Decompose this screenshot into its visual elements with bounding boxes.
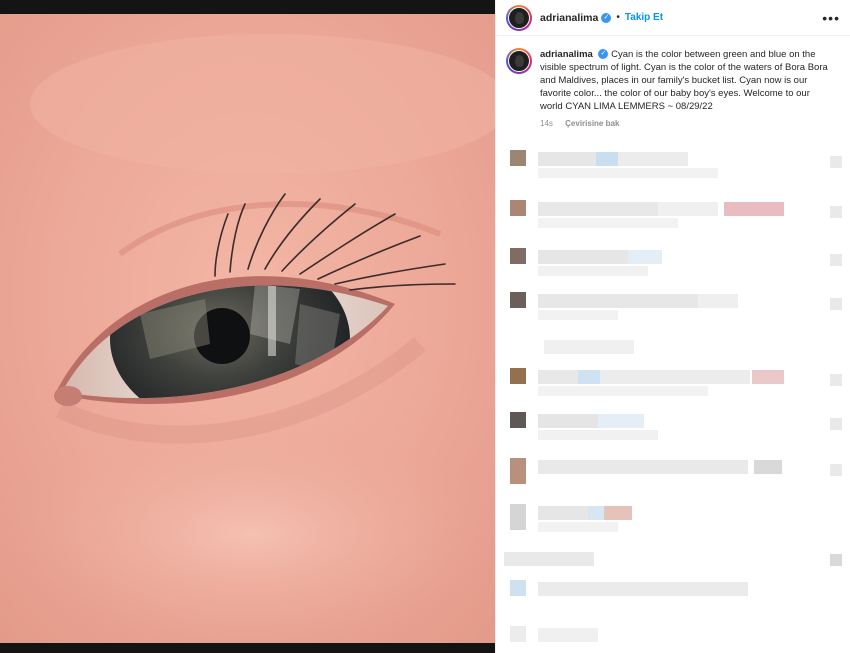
redacted-text <box>598 414 644 428</box>
redacted-text <box>724 202 784 216</box>
comment-avatar <box>510 150 526 166</box>
redacted-text <box>538 294 698 308</box>
redacted-text <box>538 218 678 228</box>
comment-item <box>496 336 850 366</box>
comment-avatar <box>510 368 526 384</box>
redacted-text <box>538 582 748 596</box>
comment-item <box>496 248 850 278</box>
redacted-text <box>628 250 662 264</box>
redacted-text <box>538 430 658 440</box>
like-icon[interactable] <box>830 156 842 168</box>
caption-text: adrianalima ✓ Cyan is the color between … <box>540 48 830 113</box>
redacted-text <box>544 340 634 354</box>
redacted-text <box>600 370 750 384</box>
comment-item <box>496 548 850 578</box>
redacted-text <box>538 266 648 276</box>
like-icon[interactable] <box>830 254 842 266</box>
comment-item <box>496 150 850 180</box>
post-image <box>0 0 495 653</box>
redacted-text <box>596 152 618 166</box>
comment-avatar <box>510 200 526 216</box>
comment-item <box>496 412 850 442</box>
caption-meta: 14s Çevirisine bak <box>540 119 850 128</box>
verified-badge-icon: ✓ <box>601 12 612 23</box>
redacted-text <box>504 552 594 566</box>
redacted-text <box>618 152 688 166</box>
comment-avatar <box>510 504 526 530</box>
redacted-text <box>538 628 598 642</box>
redacted-text <box>538 152 596 166</box>
like-icon[interactable] <box>830 298 842 310</box>
redacted-text <box>588 506 604 520</box>
redacted-text <box>538 250 628 264</box>
comment-item <box>496 458 850 488</box>
comment-avatar <box>510 626 526 642</box>
comment-avatar <box>510 292 526 308</box>
verified-badge-icon: ✓ <box>598 49 609 60</box>
redacted-text <box>658 202 718 216</box>
like-icon[interactable] <box>830 554 842 566</box>
redacted-text <box>698 294 738 308</box>
more-options-icon[interactable]: ••• <box>822 11 840 25</box>
redacted-text <box>538 460 748 474</box>
comment-avatar <box>510 248 526 264</box>
comment-item <box>496 580 850 610</box>
redacted-text <box>604 506 632 520</box>
comment-item <box>496 292 850 322</box>
post-sidebar: adrianalima ✓ • Takip Et ••• adrianalima… <box>495 0 850 653</box>
like-icon[interactable] <box>830 374 842 386</box>
follow-button[interactable]: Takip Et <box>625 12 663 23</box>
separator-dot: • <box>616 12 620 23</box>
caption-avatar[interactable] <box>506 48 532 74</box>
comment-item <box>496 504 850 534</box>
comment-avatar <box>510 580 526 596</box>
redacted-text <box>538 370 578 384</box>
comment-avatar <box>510 458 526 484</box>
redacted-text <box>538 522 618 532</box>
redacted-text <box>538 310 618 320</box>
profile-avatar[interactable] <box>506 4 532 31</box>
caption: adrianalima ✓ Cyan is the color between … <box>496 36 850 113</box>
redacted-text <box>754 460 782 474</box>
redacted-text <box>578 370 600 384</box>
redacted-text <box>538 414 598 428</box>
comment-item <box>496 368 850 398</box>
comment-avatar <box>510 412 526 428</box>
redacted-text <box>538 202 658 216</box>
like-icon[interactable] <box>830 206 842 218</box>
caption-username[interactable]: adrianalima <box>540 49 593 60</box>
like-icon[interactable] <box>830 418 842 430</box>
redacted-text <box>538 506 588 520</box>
like-icon[interactable] <box>830 464 842 476</box>
redacted-text <box>752 370 784 384</box>
post-time: 14s <box>540 119 553 128</box>
redacted-text <box>538 386 708 396</box>
username-link[interactable]: adrianalima <box>540 12 598 24</box>
redacted-text <box>538 168 718 178</box>
comment-item <box>496 626 850 653</box>
post-header: adrianalima ✓ • Takip Et ••• <box>496 0 850 36</box>
comment-item <box>496 200 850 230</box>
see-translation-link[interactable]: Çevirisine bak <box>565 119 619 128</box>
baby-eye-photo <box>0 14 495 643</box>
